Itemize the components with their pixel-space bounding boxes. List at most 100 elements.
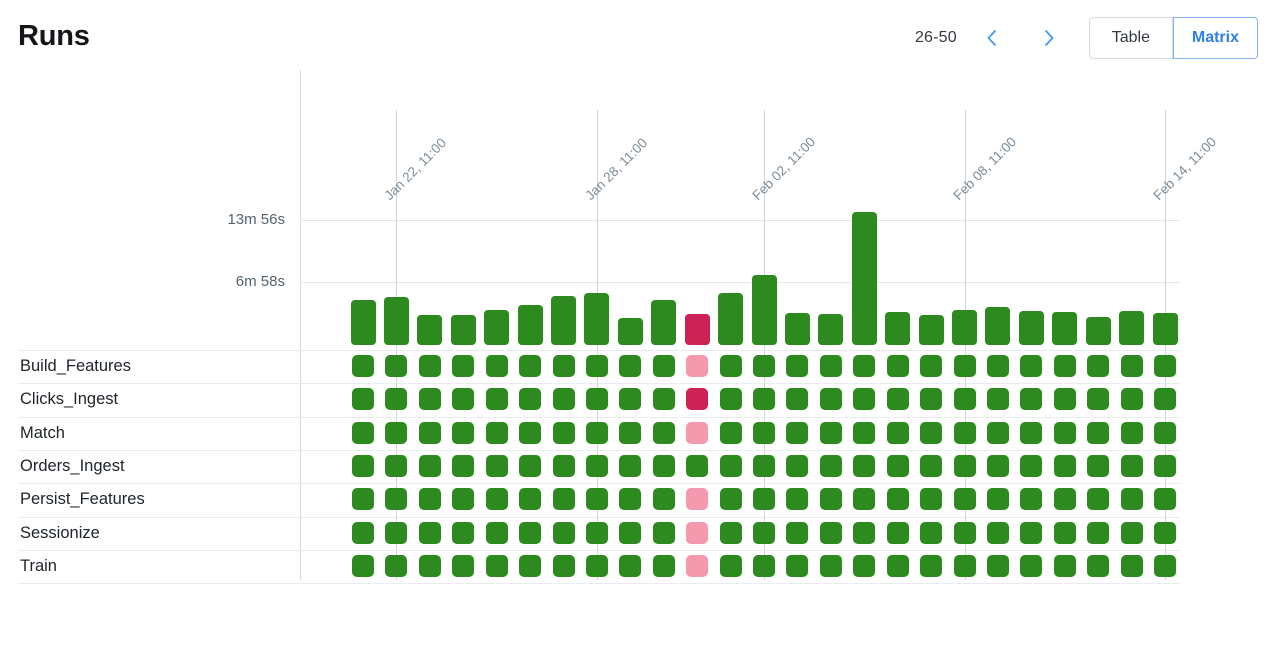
- matrix-cell[interactable]: [1087, 355, 1110, 377]
- matrix-cell[interactable]: [786, 355, 809, 377]
- matrix-cell[interactable]: [619, 554, 642, 577]
- matrix-cell[interactable]: [819, 554, 842, 577]
- matrix-cell[interactable]: [1053, 355, 1076, 377]
- matrix-cell[interactable]: [786, 388, 809, 411]
- duration-bar[interactable]: [1018, 311, 1044, 345]
- matrix-cell[interactable]: [886, 521, 909, 544]
- matrix-cell[interactable]: [686, 421, 709, 444]
- matrix-cell[interactable]: [519, 554, 542, 577]
- matrix-cell[interactable]: [418, 388, 441, 411]
- matrix-cell[interactable]: [619, 454, 642, 477]
- matrix-cell[interactable]: [1053, 521, 1076, 544]
- matrix-cell[interactable]: [1020, 521, 1043, 544]
- matrix-cell[interactable]: [485, 421, 508, 444]
- matrix-cell[interactable]: [585, 388, 608, 411]
- matrix-cell[interactable]: [585, 421, 608, 444]
- matrix-cell[interactable]: [1087, 488, 1110, 511]
- matrix-cell[interactable]: [385, 488, 408, 511]
- matrix-row-label[interactable]: Persist_Features: [20, 490, 145, 509]
- matrix-cell[interactable]: [753, 554, 775, 577]
- matrix-cell[interactable]: [1120, 454, 1143, 477]
- matrix-cell[interactable]: [519, 454, 542, 477]
- matrix-cell[interactable]: [686, 554, 709, 577]
- matrix-row-label[interactable]: Orders_Ingest: [20, 457, 125, 476]
- matrix-cell[interactable]: [1053, 554, 1076, 577]
- matrix-cell[interactable]: [619, 488, 642, 511]
- matrix-cell[interactable]: [352, 554, 374, 577]
- matrix-row-label[interactable]: Sessionize: [20, 524, 100, 543]
- matrix-cell[interactable]: [485, 488, 508, 511]
- matrix-cell[interactable]: [953, 355, 976, 377]
- matrix-cell[interactable]: [418, 454, 441, 477]
- matrix-cell[interactable]: [585, 554, 608, 577]
- matrix-cell[interactable]: [1154, 388, 1176, 411]
- duration-bar[interactable]: [551, 295, 576, 345]
- matrix-row-label[interactable]: Train: [20, 557, 57, 576]
- matrix-cell[interactable]: [652, 421, 675, 444]
- matrix-cell[interactable]: [686, 388, 709, 411]
- matrix-cell[interactable]: [585, 454, 608, 477]
- matrix-cell[interactable]: [1154, 521, 1176, 544]
- duration-bar[interactable]: [584, 293, 610, 345]
- duration-bar[interactable]: [985, 306, 1011, 345]
- matrix-cell[interactable]: [619, 521, 642, 544]
- matrix-cell[interactable]: [719, 521, 742, 544]
- matrix-cell[interactable]: [1120, 355, 1143, 377]
- matrix-cell[interactable]: [1154, 488, 1176, 511]
- matrix-cell[interactable]: [953, 554, 976, 577]
- matrix-cell[interactable]: [1087, 521, 1110, 544]
- matrix-cell[interactable]: [753, 488, 775, 511]
- matrix-cell[interactable]: [686, 355, 709, 377]
- tab-matrix-view[interactable]: Matrix: [1172, 17, 1258, 59]
- matrix-cell[interactable]: [786, 421, 809, 444]
- matrix-cell[interactable]: [619, 388, 642, 411]
- matrix-cell[interactable]: [786, 454, 809, 477]
- matrix-cell[interactable]: [786, 488, 809, 511]
- duration-bar[interactable]: [417, 315, 443, 345]
- matrix-cell[interactable]: [552, 488, 575, 511]
- matrix-cell[interactable]: [1087, 454, 1110, 477]
- matrix-cell[interactable]: [519, 421, 542, 444]
- matrix-cell[interactable]: [1020, 554, 1043, 577]
- matrix-cell[interactable]: [853, 454, 876, 477]
- matrix-cell[interactable]: [719, 454, 742, 477]
- matrix-cell[interactable]: [352, 355, 374, 377]
- matrix-cell[interactable]: [418, 554, 441, 577]
- matrix-cell[interactable]: [552, 355, 575, 377]
- matrix-cell[interactable]: [352, 454, 374, 477]
- matrix-cell[interactable]: [686, 488, 709, 511]
- matrix-cell[interactable]: [452, 421, 475, 444]
- matrix-cell[interactable]: [452, 521, 475, 544]
- matrix-cell[interactable]: [986, 454, 1009, 477]
- matrix-cell[interactable]: [819, 355, 842, 377]
- matrix-cell[interactable]: [920, 554, 943, 577]
- duration-bar[interactable]: [1052, 312, 1078, 345]
- matrix-cell[interactable]: [719, 554, 742, 577]
- matrix-cell[interactable]: [1120, 421, 1143, 444]
- matrix-cell[interactable]: [385, 388, 408, 411]
- matrix-cell[interactable]: [1020, 355, 1043, 377]
- matrix-cell[interactable]: [485, 454, 508, 477]
- matrix-cell[interactable]: [819, 521, 842, 544]
- matrix-cell[interactable]: [452, 388, 475, 411]
- matrix-cell[interactable]: [719, 421, 742, 444]
- duration-bar[interactable]: [918, 315, 944, 345]
- duration-bar[interactable]: [718, 292, 744, 345]
- matrix-cell[interactable]: [853, 421, 876, 444]
- matrix-cell[interactable]: [986, 554, 1009, 577]
- matrix-cell[interactable]: [452, 554, 475, 577]
- matrix-cell[interactable]: [652, 554, 675, 577]
- matrix-cell[interactable]: [1154, 554, 1176, 577]
- matrix-cell[interactable]: [652, 488, 675, 511]
- duration-bar[interactable]: [484, 309, 510, 345]
- matrix-cell[interactable]: [719, 488, 742, 511]
- matrix-cell[interactable]: [953, 454, 976, 477]
- duration-bar[interactable]: [885, 312, 911, 345]
- matrix-cell[interactable]: [986, 421, 1009, 444]
- matrix-cell[interactable]: [552, 454, 575, 477]
- matrix-cell[interactable]: [652, 521, 675, 544]
- matrix-cell[interactable]: [452, 488, 475, 511]
- matrix-cell[interactable]: [920, 355, 943, 377]
- matrix-cell[interactable]: [986, 521, 1009, 544]
- matrix-cell[interactable]: [953, 521, 976, 544]
